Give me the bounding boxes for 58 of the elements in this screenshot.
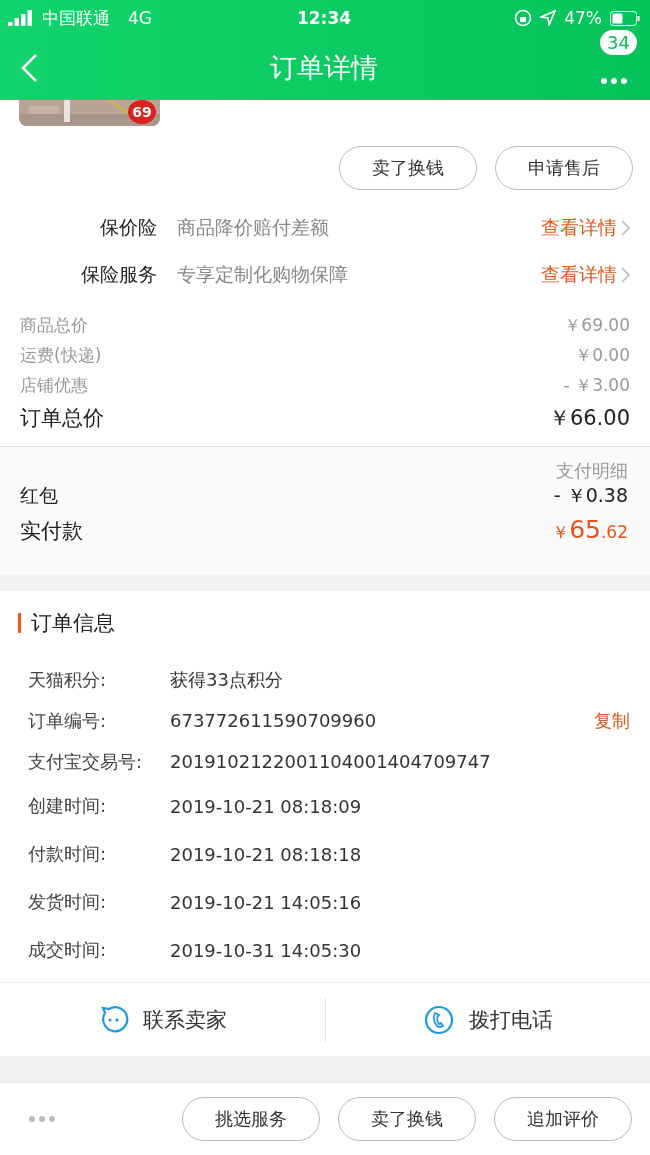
network-type: 4G (128, 8, 152, 28)
price-label: 店铺优惠 (20, 373, 88, 397)
info-label: 天猫积分: (28, 667, 108, 692)
action-button[interactable]: 追加评价 (494, 1097, 632, 1141)
chevron-icon (621, 219, 630, 236)
more-icon[interactable] (28, 1115, 56, 1123)
details-link[interactable]: 查看详情 (541, 261, 630, 288)
paid-label: 实付款 (20, 518, 83, 545)
info-value: 673772611590709960 (170, 710, 378, 731)
payment-details-title: 支付明细 (556, 460, 628, 481)
clock-time: 12:34 (296, 8, 352, 28)
info-value: 获得33点积分 (170, 667, 284, 692)
info-value: 2019-10-21 08:18:09 (170, 795, 363, 817)
price-value: ￥0.00 (575, 343, 630, 367)
chevron-icon (621, 266, 630, 283)
action-button[interactable]: 挑选服务 (182, 1097, 320, 1141)
price-value: ￥69.00 (564, 313, 630, 337)
signal-icon (8, 10, 34, 26)
carrier-name: 中国联通 (42, 6, 110, 30)
price-value: ￥66.00 (548, 405, 630, 432)
phone-icon (422, 1003, 455, 1036)
info-value: 2019102122001104001404709747 (170, 751, 492, 772)
battery-icon (610, 10, 640, 26)
info-value: 2019-10-21 14:05:16 (170, 891, 363, 913)
info-label: 发货时间: (28, 890, 108, 914)
details-link[interactable]: 查看详情 (541, 214, 630, 241)
service-description: 专享定制化购物保障 (176, 261, 349, 287)
action-button[interactable]: 卖了换钱 (338, 1097, 476, 1141)
price-value: - ￥3.00 (563, 373, 630, 397)
action-button[interactable]: 申请售后 (495, 146, 633, 190)
contact-button[interactable]: 拨打电话 (324, 997, 650, 1042)
info-value: 2019-10-31 14:05:30 (170, 939, 363, 961)
more-icon[interactable] (600, 77, 628, 85)
payment-value: - ￥0.38 (553, 483, 628, 508)
paid-amount: ￥65.62 (552, 515, 628, 544)
service-label: 保险服务 (80, 261, 157, 287)
service-label: 保价险 (99, 214, 157, 240)
section-title: 订单信息 (31, 610, 115, 637)
location-arrow-icon (540, 10, 557, 26)
info-label: 支付宝交易号: (28, 749, 144, 774)
contact-button[interactable]: 联系卖家 (0, 997, 325, 1042)
price-label: 订单总价 (20, 405, 104, 432)
service-description: 商品降价赔付差额 (176, 214, 330, 240)
page-title: 订单详情 (270, 51, 378, 85)
info-label: 创建时间: (28, 794, 108, 818)
price-label: 运费(快递) (20, 343, 102, 367)
battery-percent: 47% (564, 8, 602, 28)
info-label: 成交时间: (28, 938, 108, 962)
rotation-lock-icon (514, 9, 533, 27)
message-count-badge: 34 (600, 30, 637, 55)
back-icon[interactable] (20, 53, 38, 83)
copy-link[interactable]: 复制 (594, 708, 630, 733)
action-button[interactable]: 卖了换钱 (339, 146, 477, 190)
payment-label: 红包 (20, 483, 58, 508)
price-label: 商品总价 (20, 313, 88, 337)
info-label: 订单编号: (28, 708, 108, 733)
info-value: 2019-10-21 08:18:18 (170, 843, 363, 865)
info-label: 付款时间: (28, 842, 108, 866)
